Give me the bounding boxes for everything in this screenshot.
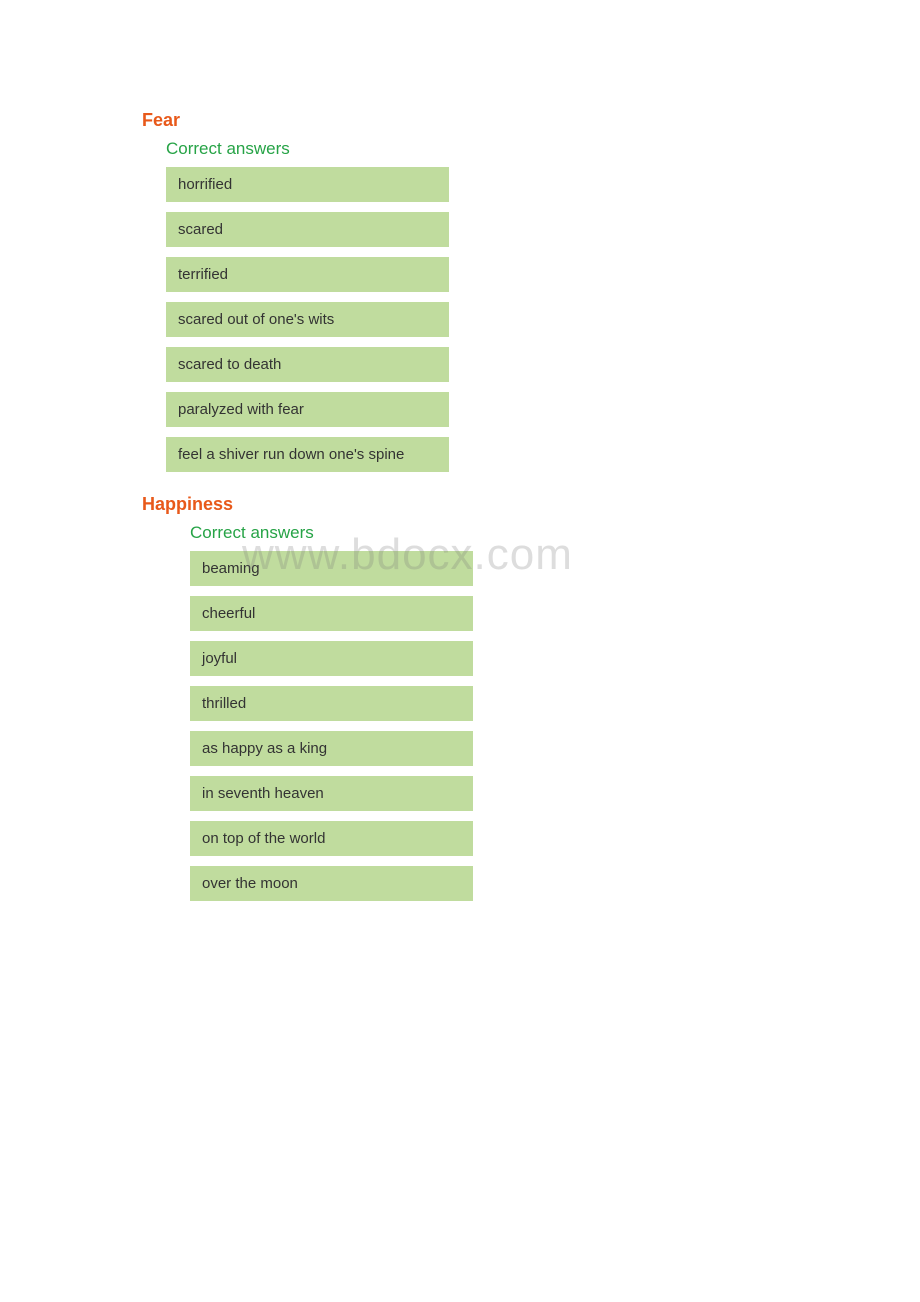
answer-item: horrified	[166, 167, 449, 202]
answers-list-happiness: beaming cheerful joyful thrilled as happ…	[190, 551, 920, 901]
answer-item: over the moon	[190, 866, 473, 901]
answer-item: beaming	[190, 551, 473, 586]
answer-item: scared out of one's wits	[166, 302, 449, 337]
answer-item: thrilled	[190, 686, 473, 721]
section-subtitle-happiness: Correct answers	[190, 523, 920, 543]
section-title-happiness: Happiness	[142, 494, 920, 515]
answer-item: as happy as a king	[190, 731, 473, 766]
section-fear: Fear Correct answers horrified scared te…	[142, 110, 920, 472]
answer-item: joyful	[190, 641, 473, 676]
answers-list-fear: horrified scared terrified scared out of…	[166, 167, 920, 472]
answer-item: scared	[166, 212, 449, 247]
answer-item: feel a shiver run down one's spine	[166, 437, 449, 472]
answer-item: terrified	[166, 257, 449, 292]
section-happiness: Happiness Correct answers beaming cheerf…	[142, 494, 920, 901]
answer-item: paralyzed with fear	[166, 392, 449, 427]
answer-item: scared to death	[166, 347, 449, 382]
answer-item: in seventh heaven	[190, 776, 473, 811]
section-subtitle-fear: Correct answers	[166, 139, 920, 159]
answer-item: on top of the world	[190, 821, 473, 856]
document-page: www.bdocx.com Fear Correct answers horri…	[0, 0, 920, 901]
section-title-fear: Fear	[142, 110, 920, 131]
answer-item: cheerful	[190, 596, 473, 631]
